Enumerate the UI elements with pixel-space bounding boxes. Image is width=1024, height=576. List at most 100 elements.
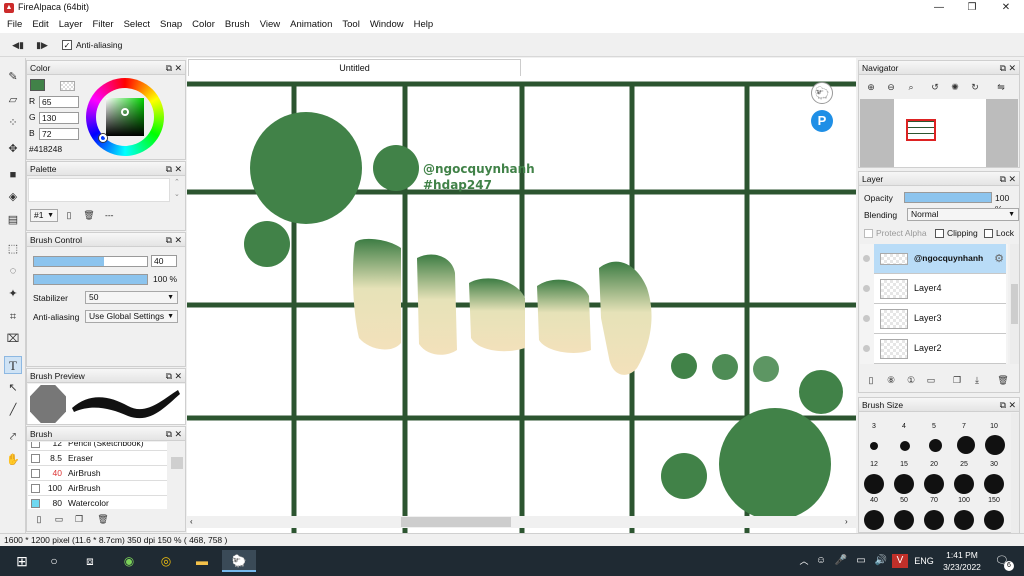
merge-layer-icon[interactable]: ⤓: [971, 374, 983, 386]
firealpaca-taskbar-icon[interactable]: 🐑: [222, 550, 256, 572]
brush-size-dot[interactable]: [957, 436, 975, 454]
microphone-icon[interactable]: 🎤: [832, 550, 850, 572]
zoom-reset-icon[interactable]: ⌕: [905, 81, 917, 93]
gear-icon[interactable]: ⚙: [994, 252, 1004, 265]
gradient-tool-icon[interactable]: ▤: [4, 211, 22, 229]
scroll-up-icon[interactable]: ⌃: [174, 178, 180, 186]
brush-size-dot[interactable]: [954, 510, 974, 530]
fill-tool-icon[interactable]: ■: [4, 166, 22, 184]
select-pen-tool-icon[interactable]: ⌗: [4, 308, 22, 326]
stabilizer-select[interactable]: 50 ▼: [85, 291, 178, 304]
scroll-down-icon[interactable]: ⌄: [174, 190, 180, 198]
brush-size-dot[interactable]: [954, 474, 974, 494]
layer-row[interactable]: Layer3: [863, 304, 1006, 334]
panel-close-icon[interactable]: ✕: [1008, 398, 1016, 412]
color-wheel[interactable]: [86, 78, 164, 156]
menu-help[interactable]: Help: [409, 16, 439, 33]
zoom-in-icon[interactable]: ⊕: [865, 81, 877, 93]
next-frame-icon[interactable]: ▮▶: [36, 39, 48, 51]
eyedropper-tool-icon[interactable]: ⤤: [4, 428, 22, 446]
duplicate-layer-icon[interactable]: ❐: [951, 374, 963, 386]
layer-list-scrollbar[interactable]: [1010, 244, 1019, 364]
new-8bit-layer-icon[interactable]: ⑧: [885, 374, 897, 386]
hand-tool-icon[interactable]: ✋: [4, 451, 22, 469]
layer-folder-icon[interactable]: ▭: [925, 374, 937, 386]
visibility-eye-icon[interactable]: [863, 255, 870, 262]
new-layer-icon[interactable]: ▯: [865, 374, 877, 386]
visibility-eye-icon[interactable]: [863, 285, 870, 292]
pixiv-icon[interactable]: P: [811, 110, 833, 132]
protect-alpha-checkbox[interactable]: [864, 229, 873, 238]
rotate-left-icon[interactable]: ↺: [929, 81, 941, 93]
brush-list-item[interactable]: 12 Pencil (Sketchbook): [28, 442, 167, 451]
horizontal-scroll-thumb[interactable]: [401, 517, 511, 527]
user-icon[interactable]: ☺: [812, 550, 830, 572]
new-1bit-layer-icon[interactable]: ①: [905, 374, 917, 386]
eraser-tool-icon[interactable]: ▱: [4, 91, 22, 109]
menu-snap[interactable]: Snap: [155, 16, 187, 33]
maximize-button[interactable]: ❐: [955, 0, 989, 16]
brush-size-slider[interactable]: [33, 256, 148, 267]
brush-size-dot[interactable]: [870, 442, 878, 450]
panel-close-icon[interactable]: ✕: [174, 427, 182, 441]
menu-select[interactable]: Select: [119, 16, 155, 33]
layer-row[interactable]: Layer4: [863, 274, 1006, 304]
antivirus-icon[interactable]: V: [892, 554, 908, 568]
brush-opacity-slider[interactable]: [33, 274, 148, 285]
lasso-tool-icon[interactable]: ◌: [4, 262, 22, 280]
alpaca-mascot-icon[interactable]: 🐑: [811, 82, 833, 104]
scroll-left-icon[interactable]: ‹: [190, 517, 193, 526]
g-field[interactable]: 130: [39, 112, 79, 124]
navigator-viewport[interactable]: [906, 119, 936, 141]
new-brush-icon[interactable]: ▯: [33, 513, 45, 525]
volume-icon[interactable]: 🔊: [872, 550, 890, 572]
palette-selector[interactable]: #1 ▼: [30, 209, 58, 222]
search-icon[interactable]: ○: [40, 550, 68, 572]
menu-file[interactable]: File: [2, 16, 27, 33]
clock[interactable]: 1:41 PM 3/23/2022: [940, 549, 984, 573]
brush-list-item[interactable]: 8.5 Eraser: [28, 451, 167, 466]
visibility-eye-icon[interactable]: [863, 315, 870, 322]
anti-aliasing-checkbox[interactable]: ✓: [62, 40, 72, 50]
network-icon[interactable]: ▭: [852, 550, 870, 572]
b-field[interactable]: 72: [39, 128, 79, 140]
magic-wand-tool-icon[interactable]: ✦: [4, 285, 22, 303]
panel-close-icon[interactable]: ✕: [174, 369, 182, 383]
menu-tool[interactable]: Tool: [337, 16, 364, 33]
layer-row-selected[interactable]: @ngocquynhanh ⚙: [863, 244, 1006, 274]
menu-view[interactable]: View: [255, 16, 285, 33]
windows-start-icon[interactable]: ⊞: [8, 550, 36, 572]
brush-list-scrollbar[interactable]: [171, 457, 183, 469]
transparent-color-swatch[interactable]: [60, 81, 75, 91]
panel-close-icon[interactable]: ✕: [1008, 61, 1016, 75]
saturation-value-square[interactable]: [106, 98, 144, 136]
panel-close-icon[interactable]: ✕: [174, 233, 182, 247]
minimize-button[interactable]: —: [922, 0, 956, 16]
brush-list-item[interactable]: 80 Watercolor: [28, 496, 167, 509]
blending-select[interactable]: Normal ▼: [907, 208, 1019, 221]
brush-size-dot[interactable]: [984, 474, 1004, 494]
layer-row[interactable]: Layer2: [863, 334, 1006, 364]
divide-tool-icon[interactable]: ╱: [4, 401, 22, 419]
select-eraser-tool-icon[interactable]: ⌧: [4, 330, 22, 348]
prev-frame-icon[interactable]: ◀▮: [12, 39, 24, 51]
folder-icon[interactable]: ▭: [53, 513, 65, 525]
clipping-checkbox[interactable]: [935, 229, 944, 238]
menu-edit[interactable]: Edit: [27, 16, 53, 33]
float-icon[interactable]: ⧉: [166, 427, 172, 441]
float-icon[interactable]: ⧉: [166, 162, 172, 176]
flip-icon[interactable]: ⇋: [995, 81, 1007, 93]
rotate-right-icon[interactable]: ↻: [969, 81, 981, 93]
palette-swatches[interactable]: [28, 178, 170, 202]
brush-size-dot[interactable]: [984, 510, 1004, 530]
float-icon[interactable]: ⧉: [1000, 61, 1006, 75]
brush-size-dot[interactable]: [864, 474, 884, 494]
document-canvas[interactable]: @ngocquynhanh #hdap247: [187, 58, 856, 534]
app-icon-green[interactable]: ◉: [115, 550, 143, 572]
rotate-reset-icon[interactable]: ✺: [949, 81, 961, 93]
show-hidden-icons-icon[interactable]: ︿: [796, 550, 812, 572]
delete-layer-icon[interactable]: 🗑: [997, 374, 1009, 386]
brush-list-item[interactable]: 100 AirBrush: [28, 481, 167, 496]
menu-filter[interactable]: Filter: [87, 16, 118, 33]
panel-close-icon[interactable]: ✕: [174, 162, 182, 176]
